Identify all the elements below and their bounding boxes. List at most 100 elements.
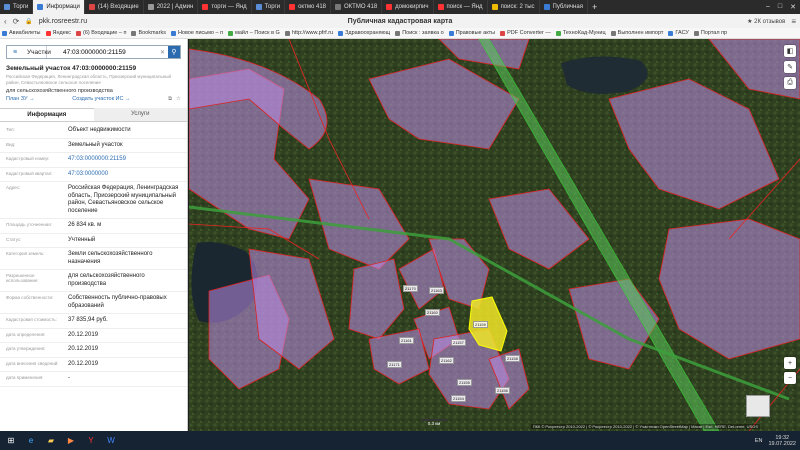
- clear-icon[interactable]: ✕: [157, 49, 168, 56]
- bookmark-item[interactable]: Авиабилеты: [2, 30, 41, 36]
- bookmark-item[interactable]: ТехноКад-Муниц: [555, 30, 606, 36]
- bookmark-item[interactable]: Портал пр: [693, 30, 727, 36]
- browser-tab[interactable]: поиск — Янд: [434, 0, 488, 14]
- property-row: Кадастровая стоимость: 37 835,94 руб.: [0, 314, 187, 329]
- close-icon[interactable]: ✕: [790, 3, 796, 11]
- new-tab-button[interactable]: +: [588, 2, 601, 12]
- browser-tab[interactable]: (14) Входящие: [85, 0, 144, 14]
- yandex-browser-icon[interactable]: Y: [84, 434, 98, 448]
- parcel-number-label[interactable]: 21155: [457, 379, 472, 386]
- search-type-select[interactable]: ≡ Участки: [7, 46, 51, 58]
- property-row: Форма собственности: Собственность публич…: [0, 292, 187, 314]
- object-address-small: Российская Федерация, Ленинградская обла…: [6, 74, 172, 85]
- url-field[interactable]: pkk.rosreestr.ru: [39, 18, 87, 25]
- browser-tab[interactable]: Информаци: [33, 0, 85, 14]
- lock-icon: 🔒: [25, 18, 33, 25]
- parcel-number-label[interactable]: 21163: [429, 287, 444, 294]
- cadastral-map[interactable]: 21159 21160 21161 21162 21155 21156 21157 21158…: [189, 39, 800, 431]
- minimize-icon[interactable]: –: [766, 3, 770, 11]
- browser-tab[interactable]: Публичная: [540, 0, 588, 14]
- browser-tab[interactable]: Торги: [252, 0, 286, 14]
- plan-link[interactable]: План ЗУ →: [6, 96, 35, 103]
- browser-tab[interactable]: ОКТМО 418: [331, 0, 383, 14]
- search-icon[interactable]: ⚲: [168, 46, 180, 58]
- media-icon[interactable]: ▶: [64, 434, 78, 448]
- bookmark-item[interactable]: Новое письмо – п: [170, 30, 223, 36]
- property-value[interactable]: 47:03:0000000:21159: [68, 156, 181, 164]
- tab-favicon-icon: [37, 4, 44, 10]
- parcel-number-label[interactable]: 21160: [425, 309, 440, 316]
- bookmark-item[interactable]: ГАСУ: [668, 30, 689, 36]
- browser-tab[interactable]: торги — Янд: [198, 0, 252, 14]
- parcel-number-label[interactable]: 21162: [439, 357, 454, 364]
- bookmark-item[interactable]: Bookmarks: [131, 30, 166, 36]
- tab-label: Информаци: [46, 4, 80, 10]
- bookmark-item[interactable]: PDF Converter —: [500, 30, 551, 36]
- bookmark-item[interactable]: Выполнен импорт: [610, 30, 663, 36]
- browser-tab[interactable]: поиск: 2 тыс: [488, 0, 540, 14]
- bookmark-item[interactable]: http://www.pfrf.ru: [284, 30, 333, 36]
- property-row: Тип: Объект недвижимости: [0, 124, 187, 139]
- tab-label: поиск: 2 тыс: [500, 4, 535, 10]
- start-button[interactable]: ⊞: [4, 434, 18, 448]
- map-canvas[interactable]: [189, 39, 800, 431]
- property-value: 20.12.2019: [68, 346, 99, 352]
- word-icon[interactable]: W: [104, 434, 118, 448]
- minimap[interactable]: [746, 395, 770, 417]
- copy-icon[interactable]: ⧉: [168, 96, 172, 103]
- back-icon[interactable]: ‹: [4, 17, 7, 26]
- maximize-icon[interactable]: □: [778, 3, 782, 11]
- bookmark-item[interactable]: Правовые акты: [448, 30, 495, 36]
- parcel-number-label[interactable]: 21159: [473, 321, 488, 328]
- browser-tab-bar: Торги Информаци (14) Входящие 2022 | Админ т…: [0, 0, 800, 14]
- bookmark-item[interactable]: Здравоохраняющ: [338, 30, 390, 36]
- parcel-number-label[interactable]: 21156: [495, 387, 510, 394]
- property-row: Разрешенное использование: для сельскохоз…: [0, 270, 187, 292]
- clock[interactable]: 19:32 19.07.2022: [768, 435, 796, 447]
- tab-information[interactable]: Информация: [0, 108, 94, 121]
- bookmark-item[interactable]: (6) Входящие – п: [76, 30, 126, 36]
- bookmark-label: ТехноКад-Муниц: [562, 30, 606, 36]
- measure-button[interactable]: ✎: [784, 61, 796, 73]
- print-button[interactable]: ⎙: [784, 77, 796, 89]
- property-value: Российская Федерация, Ленинградская обла…: [68, 185, 179, 214]
- bookmark-favicon-icon: [76, 30, 82, 36]
- parcel-number-label[interactable]: 21158: [505, 355, 520, 362]
- property-value[interactable]: 47:03:0000000: [68, 171, 181, 179]
- search-bar: ≡ Участки ✕ ⚲: [6, 45, 181, 59]
- browser-tab[interactable]: Торги: [0, 0, 34, 14]
- bookmark-label: Здравоохраняющ: [345, 30, 391, 36]
- bookmark-item[interactable]: майл – Поиск в G: [228, 30, 280, 36]
- reviews-badge[interactable]: ★ 2К отзывов: [747, 18, 785, 25]
- bookmark-favicon-icon: [610, 30, 616, 36]
- zoom-out-button[interactable]: −: [784, 372, 796, 384]
- reload-icon[interactable]: ⟳: [13, 17, 20, 26]
- language-indicator[interactable]: EN: [755, 438, 763, 444]
- tab-favicon-icon: [147, 4, 154, 10]
- parcel-number-label[interactable]: 21171: [387, 361, 402, 368]
- parcel-number-label[interactable]: 21161: [399, 337, 414, 344]
- parcel-number-label[interactable]: 21170: [403, 285, 418, 292]
- bookmark-item[interactable]: Яндекс: [45, 30, 71, 36]
- property-key: Кадастровая стоимость:: [6, 317, 57, 322]
- star-icon[interactable]: ☆: [176, 96, 181, 103]
- parcel-number-label[interactable]: 21154: [451, 395, 466, 402]
- folder-icon[interactable]: ▰: [44, 434, 58, 448]
- browser-tab[interactable]: 2022 | Админ: [144, 0, 199, 14]
- property-key: Категория земель:: [6, 251, 45, 256]
- menu-icon[interactable]: ≡: [791, 17, 796, 26]
- zoom-in-button[interactable]: +: [784, 357, 796, 369]
- browser-tab[interactable]: октмо 418: [285, 0, 331, 14]
- lake: [561, 56, 648, 94]
- bookmark-favicon-icon: [500, 30, 506, 36]
- ie-icon[interactable]: e: [24, 434, 38, 448]
- browser-tab[interactable]: домокирпич: [382, 0, 434, 14]
- layers-button[interactable]: ◧: [784, 45, 796, 57]
- layers-icon: ≡: [13, 48, 18, 56]
- create-parcel-link[interactable]: Создать участок ИС →: [72, 96, 130, 103]
- parcel-number-label[interactable]: 21157: [451, 339, 466, 346]
- bookmark-favicon-icon: [284, 30, 290, 36]
- search-input[interactable]: [47, 48, 157, 56]
- tab-services[interactable]: Услуги: [93, 108, 187, 121]
- bookmark-item[interactable]: Поиск : заявка о: [395, 30, 444, 36]
